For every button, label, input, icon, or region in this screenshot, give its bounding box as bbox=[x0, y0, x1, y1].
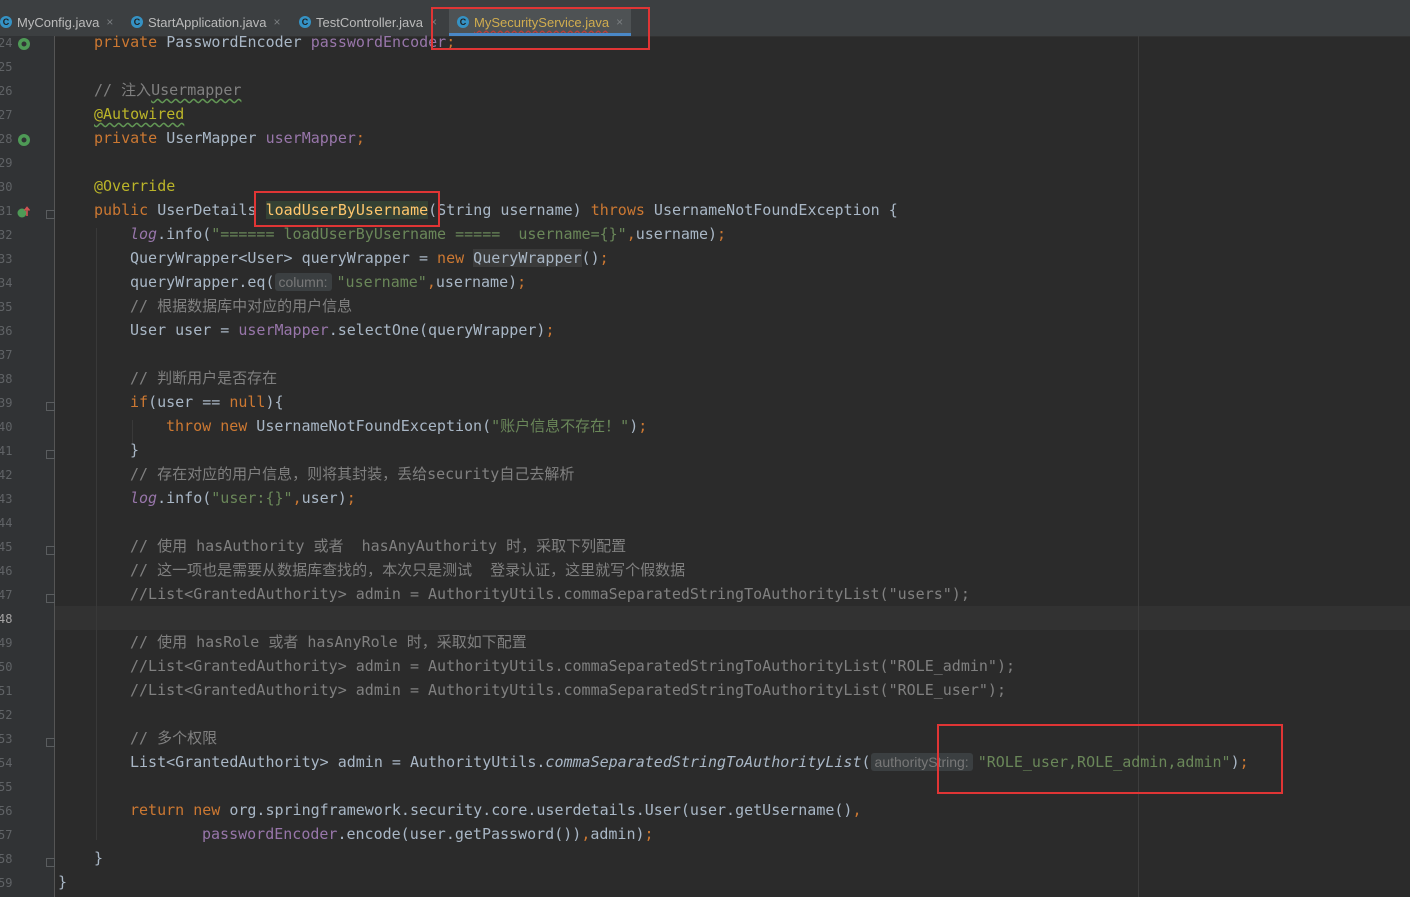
line-number: 58 bbox=[0, 852, 13, 866]
fold-marker[interactable] bbox=[46, 450, 55, 459]
code-line: } bbox=[58, 873, 68, 891]
tab-label: StartApplication.java bbox=[148, 14, 267, 30]
fold-marker[interactable] bbox=[46, 210, 55, 219]
line-number: 52 bbox=[0, 708, 13, 722]
line-number: 39 bbox=[0, 396, 13, 410]
highlight-box-method-name bbox=[254, 191, 440, 227]
line-number: 49 bbox=[0, 636, 13, 650]
line-number: 54 bbox=[0, 756, 13, 770]
code-line: public UserDetails loadUserByUsername(St… bbox=[94, 201, 898, 219]
parameter-hint: column: bbox=[274, 273, 332, 291]
code-line: // 这一项也是需要从数据库查找的，本次只是测试 登录认证，这里就写个假数据 bbox=[130, 561, 686, 579]
highlight-box-authority-string bbox=[937, 724, 1283, 794]
line-number: 55 bbox=[0, 780, 13, 794]
line-number: 37 bbox=[0, 348, 13, 362]
current-line-highlight bbox=[55, 606, 1410, 630]
code-line: if(user == null){ bbox=[130, 393, 284, 411]
line-number: 51 bbox=[0, 684, 13, 698]
fold-marker[interactable] bbox=[46, 594, 55, 603]
close-icon[interactable]: × bbox=[274, 15, 281, 29]
code-line: // 判断用户是否存在 bbox=[130, 369, 278, 387]
line-number: 28 bbox=[0, 132, 13, 146]
code-line: log.info("user:{}",user); bbox=[130, 489, 356, 507]
line-number: 53 bbox=[0, 732, 13, 746]
bean-icon[interactable] bbox=[16, 132, 32, 148]
close-icon[interactable]: × bbox=[106, 15, 113, 29]
code-line: } bbox=[94, 849, 104, 867]
code-line: passwordEncoder.encode(user.getPassword(… bbox=[202, 825, 654, 843]
code-line: QueryWrapper<User> queryWrapper = new Qu… bbox=[130, 249, 609, 267]
code-line: // 使用 hasRole 或者 hasAnyRole 时，采取如下配置 bbox=[130, 633, 527, 651]
fold-marker[interactable] bbox=[46, 738, 55, 747]
highlight-box-active-tab bbox=[431, 7, 650, 50]
line-number: 27 bbox=[0, 108, 13, 122]
line-number: 47 bbox=[0, 588, 13, 602]
line-number: 43 bbox=[0, 492, 13, 506]
line-number: 35 bbox=[0, 300, 13, 314]
code-line: // 根据数据库中对应的用户信息 bbox=[130, 297, 353, 315]
code-line: //List<GrantedAuthority> admin = Authori… bbox=[130, 657, 1016, 675]
line-number: 50 bbox=[0, 660, 13, 674]
code-line: return new org.springframework.security.… bbox=[130, 801, 862, 819]
tab-label: MyConfig.java bbox=[17, 14, 100, 30]
line-number-current: 48 bbox=[0, 612, 13, 626]
line-number: 25 bbox=[0, 60, 13, 74]
line-number: 29 bbox=[0, 156, 13, 170]
override-method-icon[interactable] bbox=[16, 204, 32, 220]
fold-marker[interactable] bbox=[46, 858, 55, 867]
code-line: //List<GrantedAuthority> admin = Authori… bbox=[130, 681, 1006, 699]
line-number: 32 bbox=[0, 228, 13, 242]
line-number: 56 bbox=[0, 804, 13, 818]
code-line: } bbox=[130, 441, 140, 459]
line-number-gutter: 24 25 26 27 28 29 30 31 32 33 34 35 36 3… bbox=[0, 36, 55, 897]
code-line: private PasswordEncoder passwordEncoder; bbox=[94, 33, 456, 51]
line-number: 44 bbox=[0, 516, 13, 530]
code-line: throw new UsernameNotFoundException("账户信… bbox=[166, 417, 648, 435]
line-number: 34 bbox=[0, 276, 13, 290]
class-icon: C bbox=[131, 16, 143, 28]
line-number: 26 bbox=[0, 84, 13, 98]
line-number: 59 bbox=[0, 876, 13, 890]
line-number: 42 bbox=[0, 468, 13, 482]
line-number: 38 bbox=[0, 372, 13, 386]
line-number: 45 bbox=[0, 540, 13, 554]
code-line: @Autowired bbox=[94, 105, 185, 123]
line-number: 24 bbox=[0, 36, 13, 50]
line-number: 31 bbox=[0, 204, 13, 218]
line-number: 30 bbox=[0, 180, 13, 194]
line-number: 36 bbox=[0, 324, 13, 338]
line-number: 40 bbox=[0, 420, 13, 434]
class-icon: C bbox=[299, 16, 311, 28]
code-line: // 多个权限 bbox=[130, 729, 218, 747]
line-number: 41 bbox=[0, 444, 13, 458]
code-line: //List<GrantedAuthority> admin = Authori… bbox=[130, 585, 970, 603]
tab-label: TestController.java bbox=[316, 14, 423, 30]
code-line: // 使用 hasAuthority 或者 hasAnyAuthority 时，… bbox=[130, 537, 627, 555]
fold-marker[interactable] bbox=[46, 546, 55, 555]
code-line: // 存在对应的用户信息，则将其封装，丢给security自己去解析 bbox=[130, 465, 575, 483]
line-number: 33 bbox=[0, 252, 13, 266]
line-number: 57 bbox=[0, 828, 13, 842]
code-line: User user = userMapper.selectOne(queryWr… bbox=[130, 321, 555, 339]
line-number: 46 bbox=[0, 564, 13, 578]
code-line: @Override bbox=[94, 177, 176, 195]
code-line: queryWrapper.eq(column: "username",userna… bbox=[130, 273, 527, 291]
class-icon: C bbox=[0, 16, 12, 28]
indent-guide bbox=[96, 228, 97, 840]
bean-icon[interactable] bbox=[16, 36, 32, 52]
code-line: private UserMapper userMapper; bbox=[94, 129, 365, 147]
code-line: // 注入Usermapper bbox=[94, 81, 242, 99]
fold-marker[interactable] bbox=[46, 402, 55, 411]
